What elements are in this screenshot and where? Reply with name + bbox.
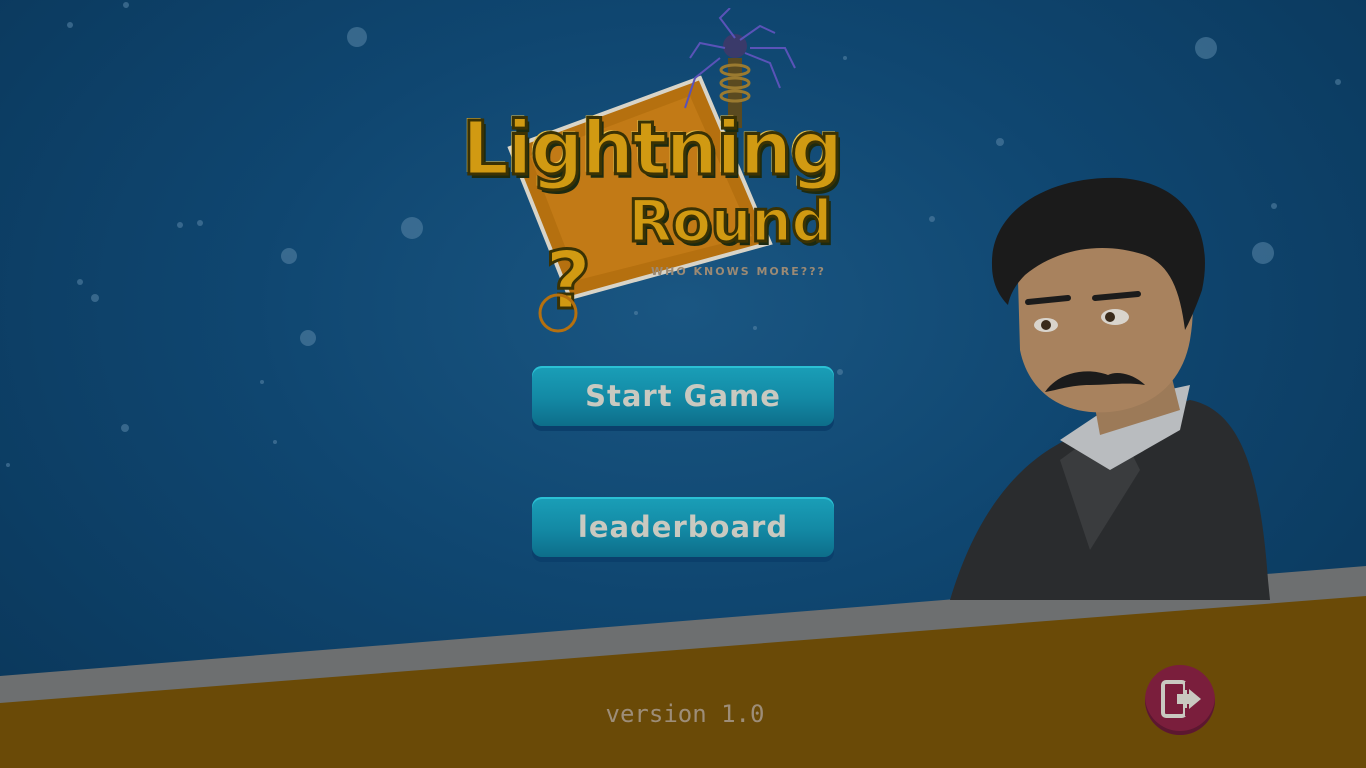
leaderboard-button[interactable]: leaderboard [532,497,834,557]
exit-button[interactable] [1145,665,1215,735]
version-label: version 1.0 [605,700,765,728]
logo-title: Lightning [461,106,845,192]
main-menu-screen: ? Lightning Round WHO KNOWS MORE??? Star… [0,0,1366,768]
start-game-label: Start Game [585,379,781,413]
logo-subtitle: Round [627,187,835,255]
start-game-button[interactable]: Start Game [532,366,834,426]
scientist-character-art [950,177,1270,600]
svg-text:?: ? [545,234,591,327]
logo-tagline: WHO KNOWS MORE??? [651,265,826,278]
exit-door-icon [1161,680,1201,718]
leaderboard-label: leaderboard [577,510,789,544]
